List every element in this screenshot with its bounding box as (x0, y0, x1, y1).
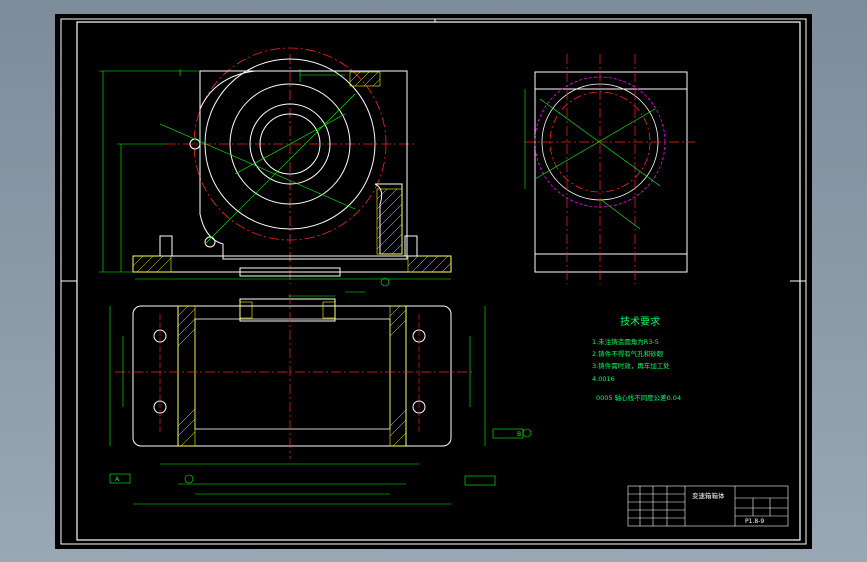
tech-requirements: 技术要求 1.未注铸造圆角为R3-5 2.铸件不得有气孔和砂眼 3.铸件需时效，… (592, 315, 681, 402)
tech-req-item: 3.铸件需时效，再车加工处 (592, 361, 670, 370)
tech-req-item: 4.0016 (592, 375, 615, 383)
cad-viewport[interactable]: 技术要求 1.未注铸造圆角为R3-5 2.铸件不得有气孔和砂眼 3.铸件需时效，… (0, 0, 867, 562)
title-block-drawing-no: P1.8-9 (745, 518, 764, 525)
side-view (524, 54, 695, 284)
title-block-name: 变速箱箱体 (692, 491, 725, 500)
tech-req-title: 技术要求 (620, 315, 660, 328)
drawing-canvas[interactable]: 技术要求 1.未注铸造圆角为R3-5 2.铸件不得有气孔和砂眼 3.铸件需时效，… (55, 14, 812, 549)
top-view (109, 291, 532, 505)
tech-req-item: 2.铸件不得有气孔和砂眼 (592, 349, 664, 358)
front-view (99, 47, 452, 287)
tech-req-item: 0005 轴心线不同度公差0.04 (596, 393, 681, 402)
datum-a-label: A (115, 476, 120, 483)
sheet-border-outer (60, 18, 807, 545)
datum-b-label: B (517, 431, 521, 438)
drawing-svg: 技术要求 1.未注铸造圆角为R3-5 2.铸件不得有气孔和砂眼 3.铸件需时效，… (60, 18, 807, 545)
sheet-border-inner (76, 21, 801, 541)
tech-req-item: 1.未注铸造圆角为R3-5 (592, 337, 659, 346)
